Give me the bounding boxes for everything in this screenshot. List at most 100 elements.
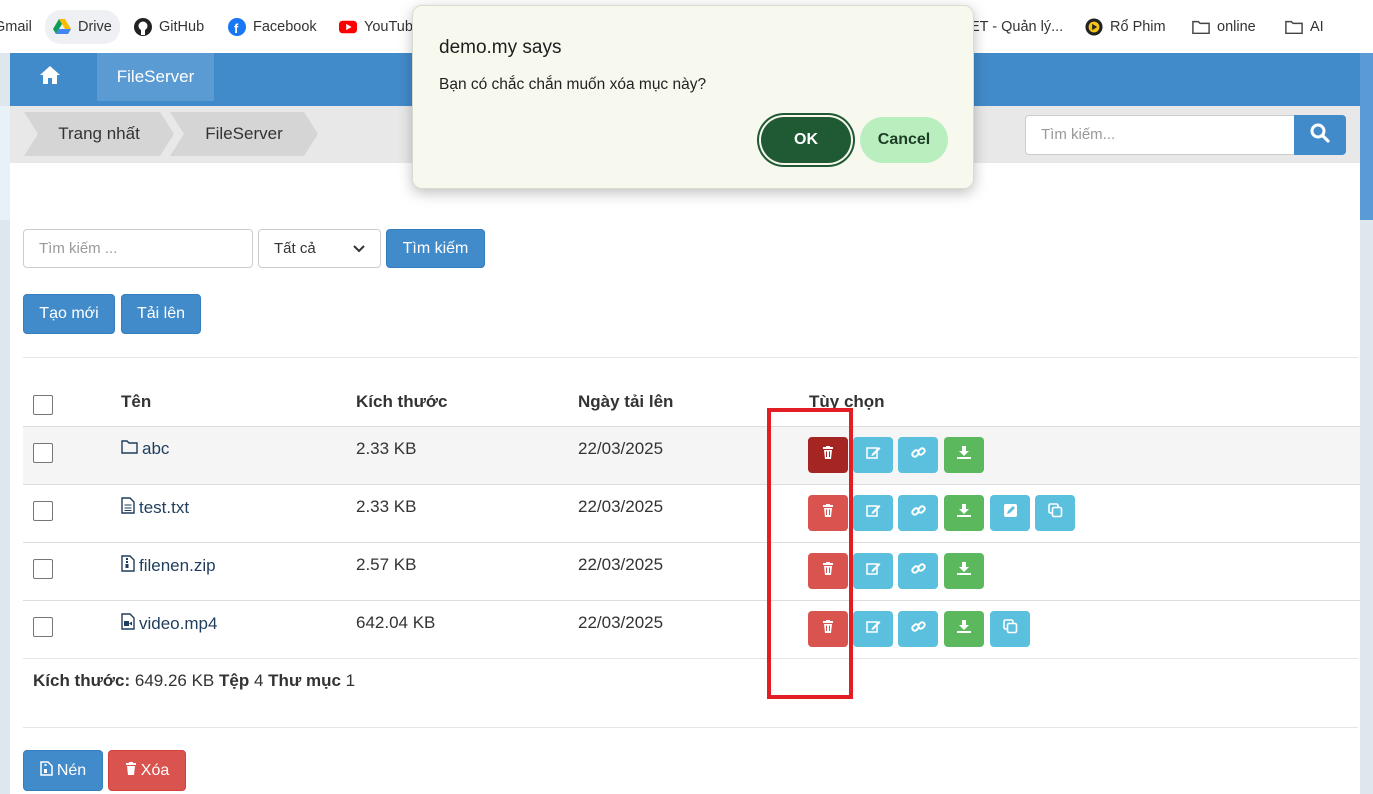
- bookmark-drive[interactable]: Drive: [45, 10, 120, 44]
- copy-icon: [1047, 503, 1063, 523]
- table-bottom-border: [23, 658, 1358, 659]
- type-select[interactable]: Tất cả: [258, 229, 381, 268]
- youtube-icon: [339, 18, 357, 36]
- link-icon: [910, 619, 926, 639]
- bookmark-gmail[interactable]: Gmail: [0, 10, 40, 44]
- bookmark-facebook[interactable]: f Facebook: [220, 10, 325, 44]
- bookmark-label: GitHub: [159, 19, 205, 35]
- download-button[interactable]: [944, 611, 984, 647]
- bookmark-label: Facebook: [253, 19, 317, 35]
- summary-folders-value: 1: [345, 671, 356, 690]
- download-icon: [957, 620, 971, 638]
- folder-summary: Kích thước: 649.26 KB Tệp 4 Thư mục 1: [33, 671, 355, 691]
- row-checkbox[interactable]: [33, 559, 53, 579]
- summary-folders-label: Thư mục: [268, 671, 341, 690]
- summary-files-value: 4: [253, 671, 264, 690]
- delete-selected-button[interactable]: Xóa: [108, 750, 186, 791]
- table-row: [23, 426, 1360, 484]
- breadcrumb-home[interactable]: Trang nhất: [24, 112, 174, 156]
- home-icon: [39, 65, 61, 90]
- row-checkbox[interactable]: [33, 617, 53, 637]
- file-name-link[interactable]: test.txt: [121, 497, 189, 519]
- select-all-checkbox[interactable]: [33, 395, 53, 415]
- compress-button[interactable]: Nén: [23, 750, 103, 791]
- breadcrumb-fileserver[interactable]: FileServer: [170, 112, 318, 156]
- download-icon: [957, 446, 971, 464]
- video-file-icon: [121, 613, 135, 635]
- edit-button[interactable]: [853, 437, 893, 473]
- file-date: 22/03/2025: [578, 555, 664, 574]
- type-select-value: Tất cả: [274, 240, 316, 257]
- bookmark-rophim[interactable]: Rổ Phim: [1077, 10, 1174, 44]
- file-size: 2.57 KB: [356, 555, 417, 574]
- bookmark-quanly[interactable]: ET - Quản lý...: [962, 10, 1071, 44]
- copy-button[interactable]: [1035, 495, 1075, 531]
- link-button[interactable]: [898, 495, 938, 531]
- edit-file-button[interactable]: [990, 495, 1030, 531]
- bookmark-label: Drive: [78, 19, 112, 35]
- file-name-link[interactable]: video.mp4: [121, 613, 217, 635]
- download-icon: [957, 562, 971, 580]
- table-row: [23, 600, 1360, 658]
- home-button[interactable]: [26, 53, 74, 101]
- row-checkbox[interactable]: [33, 443, 53, 463]
- folder-icon: [121, 439, 138, 459]
- trash-icon: [125, 761, 137, 780]
- link-button[interactable]: [898, 611, 938, 647]
- folder-icon: [1192, 18, 1210, 36]
- create-button[interactable]: Tạo mới: [23, 294, 115, 334]
- bookmark-ai[interactable]: AI: [1277, 10, 1332, 44]
- column-size: Kích thước: [356, 392, 448, 411]
- file-date: 22/03/2025: [578, 613, 664, 632]
- bookmark-online[interactable]: online: [1184, 10, 1264, 44]
- row-checkbox[interactable]: [33, 501, 53, 521]
- top-search-input[interactable]: Tìm kiếm...: [1025, 115, 1295, 155]
- search-icon: [1310, 123, 1330, 148]
- column-date: Ngày tải lên: [578, 392, 674, 411]
- file-name-link[interactable]: filenen.zip: [121, 555, 216, 577]
- confirm-dialog: demo.my says Bạn có chắc chắn muốn xóa m…: [412, 5, 974, 189]
- download-button[interactable]: [944, 437, 984, 473]
- zip-file-icon: [121, 555, 135, 577]
- edit-button[interactable]: [853, 611, 893, 647]
- link-button[interactable]: [898, 553, 938, 589]
- folder-icon: [1285, 18, 1303, 36]
- github-icon: [134, 18, 152, 36]
- link-icon: [910, 445, 926, 465]
- summary-size-label: Kích thước:: [33, 671, 131, 690]
- link-button[interactable]: [898, 437, 938, 473]
- edit-icon: [865, 562, 881, 580]
- dialog-title: demo.my says: [439, 37, 562, 58]
- search-button[interactable]: Tìm kiếm: [386, 229, 485, 268]
- column-name: Tên: [121, 392, 152, 411]
- highlight-box: [767, 408, 853, 699]
- edit-icon: [865, 620, 881, 638]
- page-edge: [1360, 53, 1373, 220]
- cancel-button[interactable]: Cancel: [860, 117, 948, 163]
- edit-button[interactable]: [853, 553, 893, 589]
- top-search-button[interactable]: [1294, 115, 1346, 155]
- bookmark-github[interactable]: GitHub: [126, 10, 212, 44]
- copy-button[interactable]: [990, 611, 1030, 647]
- summary-files-label: Tệp: [219, 671, 250, 690]
- download-button[interactable]: [944, 495, 984, 531]
- pencil-square-icon: [1003, 504, 1017, 522]
- file-name: video.mp4: [139, 614, 218, 633]
- ok-button[interactable]: OK: [761, 117, 851, 163]
- upload-button[interactable]: Tải lên: [121, 294, 201, 334]
- nav-fileserver[interactable]: FileServer: [97, 53, 214, 101]
- edit-button[interactable]: [853, 495, 893, 531]
- film-icon: [1085, 18, 1103, 36]
- file-size: 2.33 KB: [356, 497, 417, 516]
- search-input[interactable]: Tìm kiếm ...: [23, 229, 253, 268]
- file-date: 22/03/2025: [578, 439, 664, 458]
- link-icon: [910, 561, 926, 581]
- compress-label: Nén: [56, 761, 87, 779]
- download-icon: [957, 504, 971, 522]
- file-name: test.txt: [139, 498, 190, 517]
- file-name-link[interactable]: abc: [121, 439, 169, 459]
- file-date: 22/03/2025: [578, 497, 664, 516]
- download-button[interactable]: [944, 553, 984, 589]
- text-file-icon: [121, 497, 135, 519]
- edit-icon: [865, 504, 881, 522]
